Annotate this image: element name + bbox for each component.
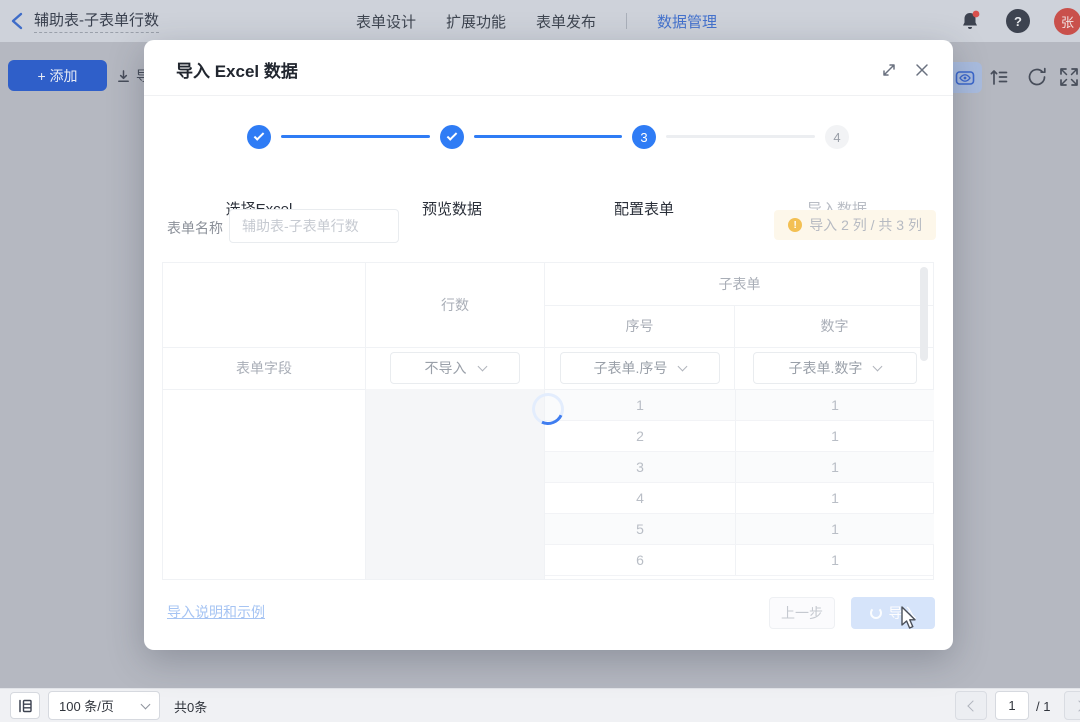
page-total-label: / 1 — [1036, 689, 1050, 722]
step-2-circle — [440, 125, 464, 149]
badge-text: 导入 2 列 / 共 3 列 — [809, 215, 922, 235]
table-row: 6 1 — [545, 545, 934, 576]
close-dialog-icon[interactable] — [914, 62, 930, 78]
download-icon — [116, 69, 131, 84]
column-settings-icon — [17, 698, 33, 714]
table-row: 2 1 — [545, 421, 934, 452]
mapping-select-rowcount[interactable]: 不导入 — [390, 352, 520, 384]
user-avatar[interactable]: 张 — [1054, 8, 1080, 35]
sort-list-icon[interactable] — [988, 66, 1010, 88]
top-navigation: 表单设计 扩展功能 表单发布 数据管理 — [356, 0, 717, 42]
cell-num: 1 — [735, 545, 934, 575]
top-header-bar: 辅助表-子表单行数 表单设计 扩展功能 表单发布 数据管理 ? 张 — [0, 0, 1080, 42]
bottom-pagination-bar: 100 条/页 共0条 1 / 1 — [0, 688, 1080, 722]
fullscreen-icon[interactable] — [1058, 66, 1080, 88]
chevron-down-icon — [477, 361, 487, 371]
cell-num: 1 — [735, 390, 934, 420]
button-spinner-icon — [870, 607, 882, 619]
import-submit-button[interactable]: 导入 — [851, 597, 935, 629]
chevron-down-icon — [678, 361, 688, 371]
table-row: 4 1 — [545, 483, 934, 514]
cell-seq: 5 — [545, 514, 735, 544]
back-icon[interactable] — [8, 11, 30, 31]
eye-icon — [955, 69, 975, 87]
cell-num: 1 — [735, 421, 934, 451]
subform-num-header: 数字 — [735, 305, 934, 347]
field-row-label: 表单字段 — [163, 347, 365, 389]
nav-extensions[interactable]: 扩展功能 — [446, 11, 506, 32]
import-excel-dialog: 导入 Excel 数据 3 4 选择Excel 预览数据 配置表单 导入数据 表… — [144, 40, 953, 650]
cell-num: 1 — [735, 483, 934, 513]
check-icon — [447, 130, 458, 141]
excel-col-header: 行数 — [366, 263, 544, 347]
import-help-link[interactable]: 导入说明和示例 — [167, 602, 265, 622]
step-3-circle: 3 — [632, 125, 656, 149]
excluded-column-overlay — [366, 389, 544, 579]
form-name-label: 表单名称 — [167, 218, 223, 238]
notification-bell-icon[interactable] — [958, 9, 982, 33]
help-icon[interactable]: ? — [1006, 9, 1030, 33]
form-name-input[interactable] — [229, 209, 399, 243]
column-mapping-table: 行数 子表单 序号 数字 表单字段 不导入 子表单.序号 子表单.数字 1 1 … — [162, 262, 934, 580]
import-columns-badge: ! 导入 2 列 / 共 3 列 — [774, 210, 936, 240]
expand-dialog-icon[interactable] — [881, 62, 897, 78]
mouse-cursor — [898, 606, 918, 632]
step-connector-1 — [281, 135, 430, 138]
mapping-select-seq[interactable]: 子表单.序号 — [560, 352, 720, 384]
step-4-circle: 4 — [825, 125, 849, 149]
nav-data-management[interactable]: 数据管理 — [657, 11, 717, 32]
cell-seq: 6 — [545, 545, 735, 575]
cell-seq: 2 — [545, 421, 735, 451]
chevron-down-icon — [141, 699, 151, 709]
current-page-input[interactable]: 1 — [995, 691, 1029, 720]
chevron-left-icon — [967, 700, 978, 711]
step-1-circle — [247, 125, 271, 149]
chevron-down-icon — [873, 361, 883, 371]
subform-seq-header: 序号 — [545, 305, 734, 347]
subform-group-header: 子表单 — [545, 263, 934, 305]
preview-view-button[interactable] — [948, 62, 982, 93]
table-row: 3 1 — [545, 452, 934, 483]
page-title: 辅助表-子表单行数 — [34, 0, 159, 42]
refresh-icon[interactable] — [1026, 66, 1048, 88]
cell-num: 1 — [735, 452, 934, 482]
dialog-header-divider — [144, 95, 953, 96]
step-connector-3 — [666, 135, 815, 138]
prev-step-button[interactable]: 上一步 — [769, 597, 835, 629]
step-3-label: 配置表单 — [574, 198, 714, 219]
prev-page-button[interactable] — [955, 691, 987, 720]
total-count-label: 共0条 — [174, 689, 207, 722]
nav-divider — [626, 13, 627, 29]
page-size-select[interactable]: 100 条/页 — [48, 691, 160, 720]
table-row: 5 1 — [545, 514, 934, 545]
cell-seq: 4 — [545, 483, 735, 513]
cell-seq: 1 — [545, 390, 735, 420]
step-2-label: 预览数据 — [382, 198, 522, 219]
cell-num: 1 — [735, 514, 934, 544]
column-settings-button[interactable] — [10, 692, 40, 719]
check-icon — [254, 130, 265, 141]
chevron-right-icon — [1073, 700, 1080, 711]
nav-form-publish[interactable]: 表单发布 — [536, 11, 596, 32]
next-page-button[interactable] — [1064, 691, 1080, 720]
add-record-button[interactable]: + 添加 — [8, 60, 107, 91]
cell-seq: 3 — [545, 452, 735, 482]
table-scrollbar-thumb[interactable] — [920, 267, 928, 361]
mapping-select-num[interactable]: 子表单.数字 — [753, 352, 917, 384]
warning-dot-icon: ! — [788, 218, 802, 232]
nav-form-design[interactable]: 表单设计 — [356, 11, 416, 32]
step-connector-2 — [474, 135, 622, 138]
dialog-title: 导入 Excel 数据 — [176, 57, 298, 82]
table-row: 1 1 — [545, 390, 934, 421]
